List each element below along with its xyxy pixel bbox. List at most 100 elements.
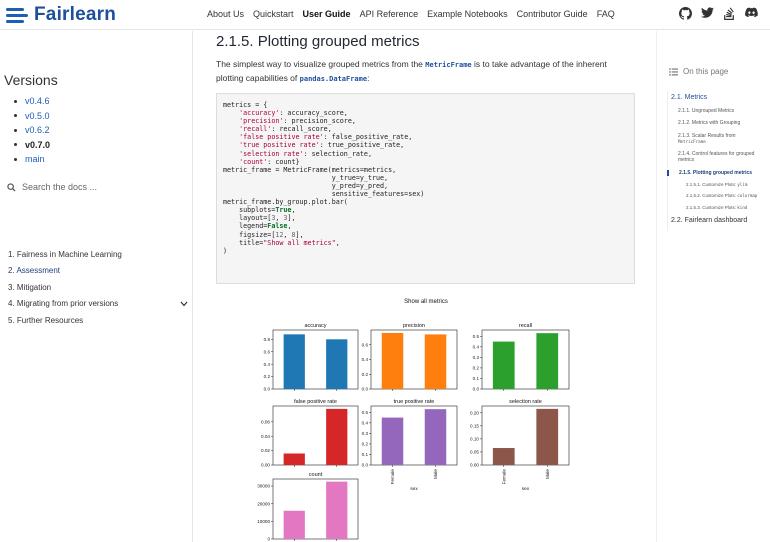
metricframe-code[interactable]: MetricFrame xyxy=(425,61,471,69)
right-toc-item[interactable]: 2.1.1. Ungrouped Metrics xyxy=(668,108,769,114)
nav-api-reference[interactable]: API Reference xyxy=(360,9,419,19)
versions-list: v0.4.6 v0.5.0 v0.6.2 v0.7.0 main xyxy=(14,94,50,167)
y-tick-label: 0.6 xyxy=(362,342,369,347)
y-tick-label: 0.1 xyxy=(362,452,369,457)
search-placeholder: Search the docs ... xyxy=(22,182,98,192)
pandas-dataframe-code[interactable]: pandas.DataFrame xyxy=(300,75,367,83)
y-tick-label: 0.2 xyxy=(362,442,369,447)
logo-text: Fairlearn xyxy=(34,4,117,25)
nav-about-us[interactable]: About Us xyxy=(207,9,244,19)
y-tick-label: 0.10 xyxy=(470,436,479,441)
right-toc-label: 2.1.3. Scalar Results from xyxy=(678,132,736,139)
y-tick-label: 0.3 xyxy=(473,355,480,360)
right-toc-list: 2.1. Metrics 2.1.1. Ungrouped Metrics 2.1.… xyxy=(667,91,769,231)
y-tick-label: 0.6 xyxy=(264,349,271,354)
nav-user-guide[interactable]: User Guide xyxy=(303,9,351,19)
subplot-title: selection rate xyxy=(509,399,542,405)
right-toc-label: 2.1.5.1. Customize Plots: xyxy=(686,182,738,188)
right-toc-label: 2.1.5.2. Customize Plots: xyxy=(686,193,738,199)
version-link[interactable]: v0.6.2 xyxy=(14,123,50,138)
y-tick-label: 20000 xyxy=(257,501,270,506)
chevron-down-icon[interactable] xyxy=(180,301,188,307)
sidebar-toc: 1. Fairness in Machine Learning 2. Assess… xyxy=(8,246,188,329)
right-toc-item[interactable]: 2.1. Metrics xyxy=(668,93,769,102)
subplot-title: count xyxy=(309,472,323,478)
version-link[interactable]: v0.5.0 xyxy=(14,109,50,124)
top-navbar: Fairlearn About Us Quickstart User Guide AP… xyxy=(0,0,770,30)
y-tick-label: 0.2 xyxy=(264,374,271,379)
stackoverflow-icon[interactable] xyxy=(722,6,736,20)
version-link[interactable]: v0.4.6 xyxy=(14,94,50,109)
sidebar-toc-item[interactable]: 2. Assessment xyxy=(8,263,188,280)
bar-male xyxy=(326,408,348,465)
sidebar-toc-label: 5. Further Resources xyxy=(8,315,84,325)
x-axis-label: sex xyxy=(522,487,530,492)
x-tick-label: Female xyxy=(501,469,506,485)
bar-female xyxy=(283,510,305,539)
nav-example-notebooks[interactable]: Example Notebooks xyxy=(427,9,508,19)
subplot-title: recall xyxy=(519,323,532,329)
x-axis-label: sex xyxy=(410,487,418,492)
search-icon xyxy=(7,182,16,192)
right-toc-label: 2.1.5. Plotting grouped metrics xyxy=(679,169,753,176)
left-sidebar: Versions v0.4.6 v0.5.0 v0.6.2 v0.7.0 main Se… xyxy=(0,31,193,542)
versions-title: Versions xyxy=(4,72,58,88)
y-tick-label: 0.3 xyxy=(362,431,369,436)
sidebar-toc-item[interactable]: 1. Fairness in Machine Learning xyxy=(8,246,188,263)
bar-male xyxy=(536,408,559,465)
right-toc-item[interactable]: 2.1.5.2. Customize Plots: colormap xyxy=(668,193,769,199)
bar-female xyxy=(381,417,404,465)
y-tick-label: 0.00 xyxy=(470,463,479,468)
right-toc-label: 2.2. Fairlearn dashboard xyxy=(671,216,748,224)
right-toc-item[interactable]: 2.1.5.3. Customize Plots: kind xyxy=(668,205,769,211)
right-toc-code: MetricFrame xyxy=(678,138,706,144)
y-tick-label: 0.00 xyxy=(261,463,270,468)
nav-faq[interactable]: FAQ xyxy=(597,9,615,19)
main-nav: About Us Quickstart User Guide API Referenc… xyxy=(207,9,624,19)
bar-male xyxy=(424,409,447,465)
sidebar-toc-item[interactable]: 5. Further Resources xyxy=(8,312,188,329)
intro-paragraph: The simplest way to visualize grouped me… xyxy=(216,58,636,86)
on-this-page-label: On this page xyxy=(683,67,729,76)
y-tick-label: 0.15 xyxy=(470,423,479,428)
right-toc-code: kind xyxy=(737,204,748,210)
right-toc-label: 2.1.5.3. Customize Plots: xyxy=(686,204,738,210)
bar-female xyxy=(492,448,515,465)
bar-male xyxy=(424,334,447,389)
right-toc: On this page 2.1. Metrics 2.1.1. Ungroupe… xyxy=(656,31,770,542)
right-toc-item[interactable]: 2.1.3. Scalar Results from MetricFrame xyxy=(668,133,769,146)
right-toc-item[interactable]: 2.1.4. Control features for grouped metr… xyxy=(668,151,769,164)
right-toc-item[interactable]: 2.1.5. Plotting grouped metrics xyxy=(667,169,769,177)
y-tick-label: 0.0 xyxy=(264,387,271,392)
y-tick-label: 30000 xyxy=(257,484,270,489)
sidebar-toc-item[interactable]: 4. Migrating from prior versions xyxy=(8,296,188,313)
right-toc-item[interactable]: 2.1.5.1. Customize Plots: ylim xyxy=(668,182,769,188)
sidebar-toc-label: 1. Fairness in Machine Learning xyxy=(8,249,122,259)
right-toc-item[interactable]: 2.2. Fairlearn dashboard xyxy=(668,216,769,225)
version-link[interactable]: main xyxy=(14,152,50,167)
y-tick-label: 0.5 xyxy=(362,410,369,415)
version-link[interactable]: v0.7.0 xyxy=(14,138,50,153)
bar-female xyxy=(283,334,305,389)
y-tick-label: 0.04 xyxy=(261,434,270,439)
nav-contributor-guide[interactable]: Contributor Guide xyxy=(517,9,588,19)
y-tick-label: 0.02 xyxy=(261,448,270,453)
metrics-chart: accuracy 0.0 0.2 0.4 0.6 0.8 precision 0.0 0.2 0.… xyxy=(257,323,570,542)
bar-female xyxy=(492,341,515,389)
y-tick-label: 0.0 xyxy=(362,387,369,392)
twitter-icon[interactable] xyxy=(700,6,714,20)
y-tick-label: 0.05 xyxy=(470,450,479,455)
fairlearn-logo[interactable]: Fairlearn xyxy=(6,4,116,26)
search-box[interactable]: Search the docs ... xyxy=(7,182,97,192)
right-toc-item[interactable]: 2.1.2. Metrics with Grouping xyxy=(668,120,769,126)
github-icon[interactable] xyxy=(678,6,692,20)
subplot-title: false positive rate xyxy=(294,399,337,405)
sidebar-toc-item[interactable]: 3. Mitigation xyxy=(8,279,188,296)
y-tick-label: 0.4 xyxy=(473,344,480,349)
discord-icon[interactable] xyxy=(744,6,758,20)
right-toc-code: ylim xyxy=(737,182,748,188)
y-tick-label: 0.0 xyxy=(473,387,480,392)
subplot-title: accuracy xyxy=(304,323,326,329)
nav-quickstart[interactable]: Quickstart xyxy=(253,9,294,19)
code-text: metrics = { 'accuracy': accuracy_score, … xyxy=(223,101,425,255)
